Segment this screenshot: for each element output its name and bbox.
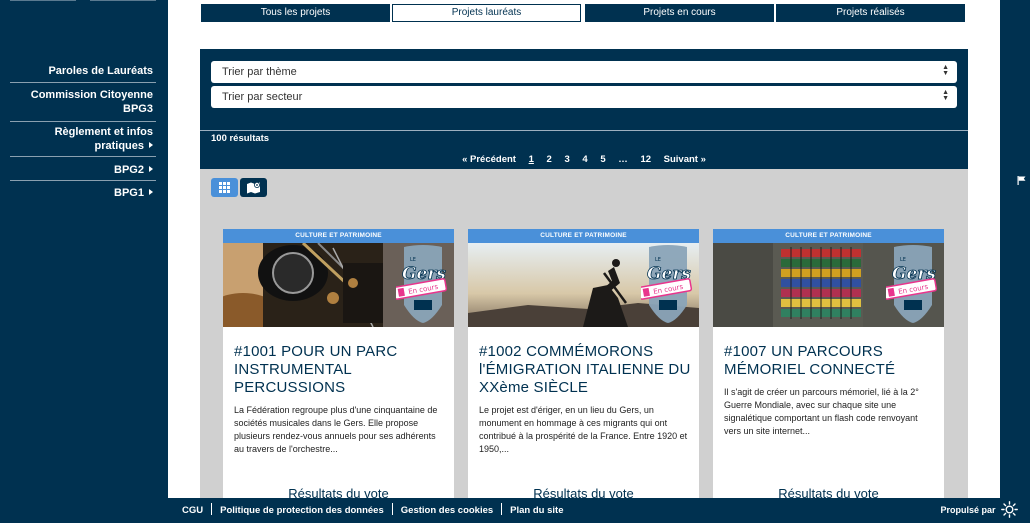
secteur-select[interactable]: Trier par secteur ▲ ▼ (211, 86, 957, 108)
sidebar-divider (10, 82, 156, 83)
pagination-ellipsis: … (618, 154, 628, 165)
footer-divider (391, 503, 393, 515)
sidebar-divider (10, 180, 156, 181)
sidebar-top-buttons (10, 0, 156, 4)
footer-link-cookies[interactable]: Gestion des cookies (401, 498, 493, 523)
gers-en-cours-badge: LE Gers En cours (886, 245, 938, 323)
gers-en-cours-badge: LE Gers En cours (641, 245, 693, 323)
tab-projets-realises[interactable]: Projets réalisés (776, 4, 965, 22)
map-icon (247, 182, 260, 194)
pagination-page[interactable]: 3 (564, 154, 569, 165)
card-description: La Fédération regroupe plus d'une cinqua… (234, 405, 438, 454)
card-title[interactable]: #1007 UN PARCOURS MÉMORIEL CONNECTÉ (724, 343, 936, 379)
card-category: CULTURE ET PATRIMOINE (223, 229, 454, 243)
footer-divider (211, 503, 213, 515)
card-title[interactable]: #1001 POUR UN PARC INSTRUMENTAL PERCUSSI… (234, 343, 446, 397)
card-title[interactable]: #1002 COMMÉMORONS l'ÉMIGRATION ITALIENNE… (479, 343, 691, 397)
map-view-button[interactable] (240, 178, 267, 197)
gers-en-cours-badge: LE Gers En cours (396, 245, 448, 323)
sidebar-item-bpg1[interactable]: BPG1 (10, 186, 156, 200)
footer-link-privacy[interactable]: Politique de protection des données (220, 498, 384, 523)
tab-projets-laureats[interactable]: Projets lauréats (392, 4, 581, 22)
sun-logo-icon (1001, 501, 1018, 518)
card-description: Le projet est d'ériger, en un lieu du Ge… (479, 405, 688, 454)
pagination-page[interactable]: 4 (582, 154, 587, 165)
sidebar-item-label: Règlement et infos pratiques (54, 126, 153, 152)
sidebar-item-label: BPG2 (114, 164, 144, 176)
project-card[interactable]: CULTURE ET PATRIMOINE LE Gers En cours #… (223, 229, 454, 509)
pagination-page[interactable]: 2 (547, 154, 552, 165)
card-image-medals: LE Gers En cours (713, 243, 944, 327)
project-card[interactable]: CULTURE ET PATRIMOINE LE Gers En cours #… (713, 229, 944, 509)
grid-icon (219, 182, 230, 193)
footer-link-sitemap[interactable]: Plan du site (510, 498, 563, 523)
card-category: CULTURE ET PATRIMOINE (468, 229, 699, 243)
pagination-prev[interactable]: « Précédent (462, 154, 516, 165)
tab-projets-en-cours[interactable]: Projets en cours (585, 4, 774, 22)
badge-sub: LE (410, 257, 416, 263)
footer-link-cgu[interactable]: CGU (182, 498, 203, 523)
sidebar-item-label: Commission Citoyenne BPG3 (30, 89, 153, 115)
select-arrows-icon: ▲ ▼ (942, 64, 949, 77)
pagination-page[interactable]: 5 (600, 154, 605, 165)
projects-grid-area: CULTURE ET PATRIMOINE LE Gers En cours #… (200, 169, 968, 509)
pagination-next[interactable]: Suivant » (664, 154, 706, 165)
powered-by-label: Propulsé par (940, 505, 996, 515)
sidebar-item-label: BPG1 (114, 187, 144, 199)
sidebar-item-bpg2[interactable]: BPG2 (10, 163, 156, 177)
badge-sub: LE (655, 257, 661, 263)
badge-sub: LE (900, 257, 906, 263)
caret-right-icon (149, 166, 153, 172)
project-card[interactable]: CULTURE ET PATRIMOINE LE Gers En cours #… (468, 229, 699, 509)
card-description: Il s'agit de créer un parcours mémoriel,… (724, 387, 919, 436)
secteur-select-value: Trier par secteur (222, 91, 303, 103)
sidebar: Paroles de Lauréats Commission Citoyenne… (0, 0, 168, 523)
sidebar-divider (10, 156, 156, 157)
footer-divider (501, 503, 503, 515)
sidebar-divider (10, 121, 156, 122)
theme-select[interactable]: Trier par thème ▲ ▼ (211, 61, 957, 83)
filter-panel: Trier par thème ▲ ▼ Trier par secteur ▲ ▼ … (200, 49, 968, 169)
sidebar-item-label: Paroles de Lauréats (48, 65, 153, 77)
pagination: « Précédent 1 2 3 4 5 … 12 Suivant » (200, 154, 968, 165)
caret-right-icon (149, 142, 153, 148)
sidebar-item-paroles-de-laureats[interactable]: Paroles de Lauréats (10, 64, 156, 78)
powered-by[interactable]: Propulsé par (940, 498, 1018, 523)
pagination-page[interactable]: 12 (640, 154, 651, 165)
results-count: 100 résultats (211, 133, 270, 144)
footer-links: CGU Politique de protection des données Ge… (182, 498, 564, 523)
caret-right-icon (149, 189, 153, 195)
sidebar-item-reglement[interactable]: Règlement et infos pratiques (10, 125, 156, 153)
right-bar (1000, 0, 1030, 523)
theme-select-value: Trier par thème (222, 66, 297, 78)
pagination-page[interactable]: 1 (529, 154, 534, 165)
card-image-monument: LE Gers En cours (468, 243, 699, 327)
panel-divider (200, 130, 968, 131)
flag-icon[interactable] (1017, 176, 1026, 185)
tab-tous-les-projets[interactable]: Tous les projets (201, 4, 390, 22)
footer: CGU Politique de protection des données Ge… (168, 498, 1030, 523)
sidebar-item-commission-citoyenne[interactable]: Commission Citoyenne BPG3 (10, 88, 156, 116)
card-image-instruments: LE Gers En cours (223, 243, 454, 327)
select-arrows-icon: ▲ ▼ (942, 89, 949, 102)
grid-view-button[interactable] (211, 178, 238, 197)
card-category: CULTURE ET PATRIMOINE (713, 229, 944, 243)
